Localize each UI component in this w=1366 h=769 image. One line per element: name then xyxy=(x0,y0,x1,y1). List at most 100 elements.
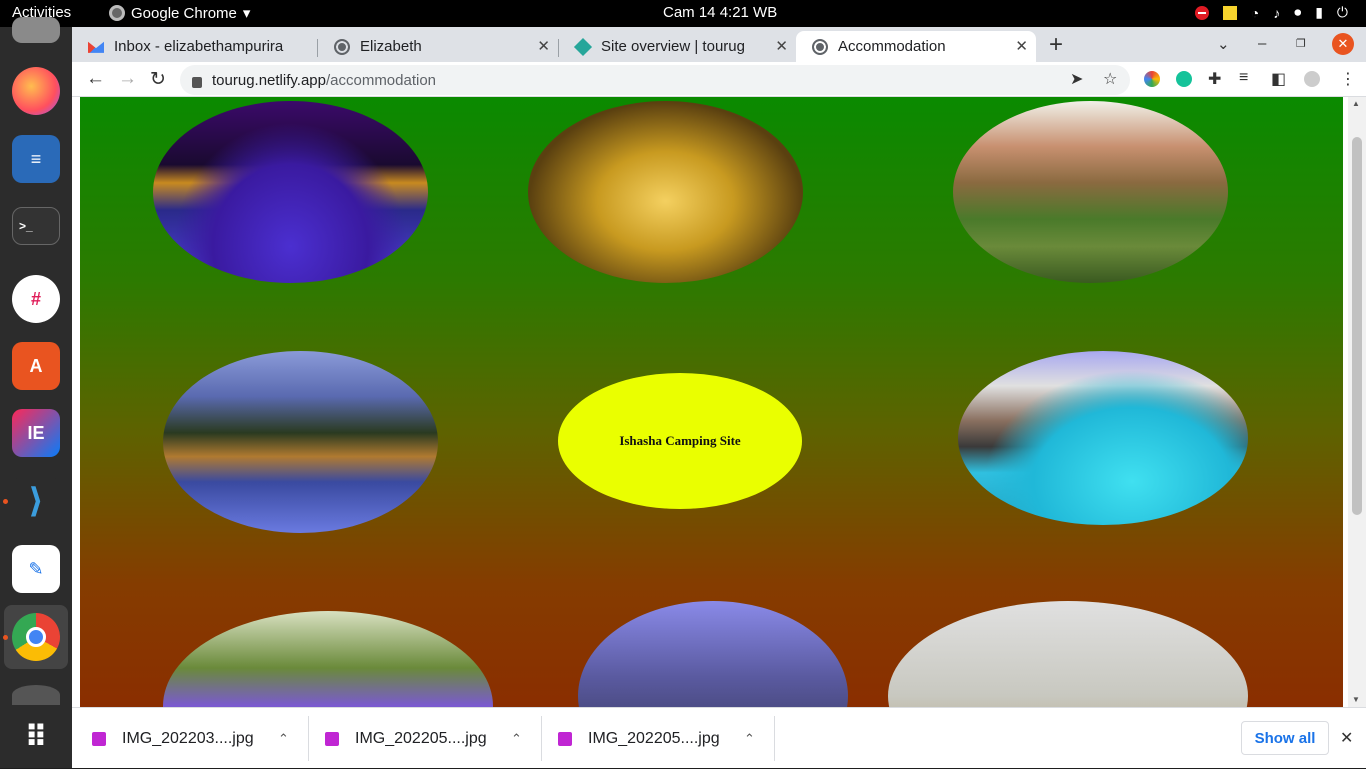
do-not-disturb-icon[interactable] xyxy=(1194,5,1209,20)
bookmark-star-icon[interactable]: ☆ xyxy=(1103,69,1117,89)
lock-icon[interactable] xyxy=(192,76,202,88)
globe-icon xyxy=(812,38,828,55)
slack-icon[interactable]: # xyxy=(12,275,60,323)
app-center-icon[interactable]: A xyxy=(12,342,60,390)
download-separator xyxy=(541,716,542,761)
ishasha-camping-site-card[interactable]: Ishasha Camping Site xyxy=(558,373,802,509)
tab-strip: Inbox - elizabethampurira Elizabeth ✕ Si… xyxy=(72,27,1366,62)
download-item[interactable]: IMG_202203....jpg ⌃ xyxy=(92,708,308,769)
profile-avatar[interactable] xyxy=(1304,71,1320,87)
accommodation-page: Ishasha Camping Site xyxy=(80,97,1343,707)
gmail-icon xyxy=(88,41,104,53)
accommodation-image-lit-hotel[interactable] xyxy=(528,101,803,283)
image-file-icon xyxy=(325,731,339,746)
page-scrollbar[interactable]: ▲ ▼ xyxy=(1348,97,1366,707)
send-icon[interactable]: ➤ xyxy=(1070,69,1083,89)
ishasha-camping-site-label: Ishasha Camping Site xyxy=(619,433,741,448)
chevron-up-icon[interactable]: ⌃ xyxy=(278,731,289,747)
tab-close-icon[interactable]: ✕ xyxy=(537,37,550,55)
text-editor-icon[interactable]: ✎ xyxy=(12,545,60,593)
browser-toolbar: ← → ↻ tourug.netlify.app/accommodation ➤… xyxy=(72,62,1366,97)
libreoffice-writer-icon[interactable]: ≡ xyxy=(12,135,60,183)
new-tab-button[interactable]: + xyxy=(1049,31,1063,59)
volume-icon[interactable]: ♪ xyxy=(1273,5,1280,21)
system-tray[interactable]: ◔ ♪ ⏺ ▮ ⏻ xyxy=(1194,4,1348,21)
image-file-icon xyxy=(558,731,572,746)
page-viewport[interactable]: Ishasha Camping Site ▲ ▼ xyxy=(72,97,1366,707)
side-panel-icon[interactable]: ◧ xyxy=(1271,69,1286,89)
accommodation-image-pool-night[interactable] xyxy=(153,101,428,283)
download-shelf: IMG_202203....jpg ⌃ IMG_202205....jpg ⌃ … xyxy=(72,707,1366,768)
window-close-button[interactable]: ✕ xyxy=(1332,33,1354,55)
tab-inbox[interactable]: Inbox - elizabethampurira xyxy=(72,31,317,62)
chrome-menu-icon[interactable]: ⋮ xyxy=(1340,69,1356,89)
wifi-icon[interactable]: ◔ xyxy=(1251,5,1259,21)
accommodation-image-lodge-dusk[interactable] xyxy=(163,351,438,533)
tab-accommodation[interactable]: Accommodation ✕ xyxy=(796,31,1036,62)
restore-button[interactable]: ❐ xyxy=(1296,37,1306,50)
notes-icon[interactable] xyxy=(1222,5,1237,20)
app-menu-label: Google Chrome xyxy=(131,4,237,22)
microphone-icon[interactable]: ⏺ xyxy=(1294,4,1301,21)
download-item[interactable]: IMG_202205....jpg ⌃ xyxy=(558,708,774,769)
image-file-icon xyxy=(92,731,106,746)
intellij-idea-icon[interactable]: IE xyxy=(12,409,60,457)
tab-elizabeth[interactable]: Elizabeth ✕ xyxy=(318,31,558,62)
running-indicator xyxy=(3,499,8,504)
url-path: /accommodation xyxy=(325,71,437,89)
accommodation-image-hillside-lodge[interactable] xyxy=(953,101,1228,283)
app-menu-arrow-icon: ▾ xyxy=(242,5,251,22)
globe-icon xyxy=(334,38,350,55)
tab-close-icon[interactable]: ✕ xyxy=(1015,37,1028,55)
accommodation-image-pale-lodge[interactable] xyxy=(888,601,1248,707)
disks-icon[interactable] xyxy=(12,685,60,705)
tab-label: Inbox - elizabethampurira xyxy=(114,38,284,55)
scrollbar-thumb[interactable] xyxy=(1352,137,1362,515)
accommodation-image-dusk-lodge[interactable] xyxy=(578,601,848,707)
download-filename: IMG_202203....jpg xyxy=(122,729,254,747)
google-chrome-icon[interactable] xyxy=(12,613,60,661)
download-separator xyxy=(774,716,775,761)
clock[interactable]: Cam 14 4:21 WB xyxy=(663,4,777,21)
download-item[interactable]: IMG_202205....jpg ⌃ xyxy=(325,708,541,769)
show-applications-icon[interactable]: ⠿ xyxy=(12,713,60,761)
scroll-up-arrow-icon[interactable]: ▲ xyxy=(1352,99,1360,108)
extensions-puzzle-icon[interactable]: ✚ xyxy=(1208,69,1221,89)
power-menu-icon[interactable]: ⏻ xyxy=(1337,4,1348,21)
tab-label: Site overview | tourug xyxy=(601,38,745,55)
minimize-button[interactable]: – xyxy=(1258,35,1266,52)
system-top-bar: Activities Google Chrome ▾ Cam 14 4:21 W… xyxy=(0,0,1366,27)
tab-search-icon[interactable]: ⌄ xyxy=(1217,35,1230,53)
media-controls-icon[interactable]: ≡ xyxy=(1239,69,1248,87)
dock: ≡ >_ # A IE ⟩ ✎ ⠿ xyxy=(0,17,72,768)
download-separator xyxy=(308,716,309,761)
accommodation-image-resort-pool[interactable] xyxy=(958,351,1248,525)
download-filename: IMG_202205....jpg xyxy=(588,729,720,747)
url-host: tourug.netlify.app xyxy=(212,71,326,89)
battery-icon[interactable]: ▮ xyxy=(1315,4,1323,21)
address-bar[interactable]: tourug.netlify.app/accommodation xyxy=(180,65,1130,95)
forward-button[interactable]: → xyxy=(118,68,137,90)
tab-label: Accommodation xyxy=(838,38,946,55)
scroll-down-arrow-icon[interactable]: ▼ xyxy=(1352,695,1360,704)
tab-close-icon[interactable]: ✕ xyxy=(775,37,788,55)
color-extension-icon[interactable] xyxy=(1144,71,1160,87)
terminal-icon[interactable]: >_ xyxy=(12,207,60,245)
reload-button[interactable]: ↻ xyxy=(150,68,166,91)
back-button[interactable]: ← xyxy=(86,68,105,90)
firefox-icon[interactable] xyxy=(12,67,60,115)
accommodation-image-garden[interactable] xyxy=(163,611,493,707)
netlify-icon xyxy=(573,37,593,56)
chrome-window: Inbox - elizabethampurira Elizabeth ✕ Si… xyxy=(72,27,1366,768)
chrome-app-icon xyxy=(109,5,125,21)
show-all-downloads-button[interactable]: Show all xyxy=(1241,721,1329,755)
vscode-icon[interactable]: ⟩ xyxy=(12,477,60,525)
chevron-up-icon[interactable]: ⌃ xyxy=(744,731,755,747)
files-icon[interactable] xyxy=(12,17,60,43)
grammarly-icon[interactable] xyxy=(1176,71,1192,87)
chevron-up-icon[interactable]: ⌃ xyxy=(511,731,522,747)
close-shelf-icon[interactable]: ✕ xyxy=(1340,728,1353,748)
tab-site-overview[interactable]: Site overview | tourug ✕ xyxy=(559,31,796,62)
app-menu[interactable]: Google Chrome ▾ xyxy=(109,4,250,22)
running-indicator xyxy=(3,635,8,640)
